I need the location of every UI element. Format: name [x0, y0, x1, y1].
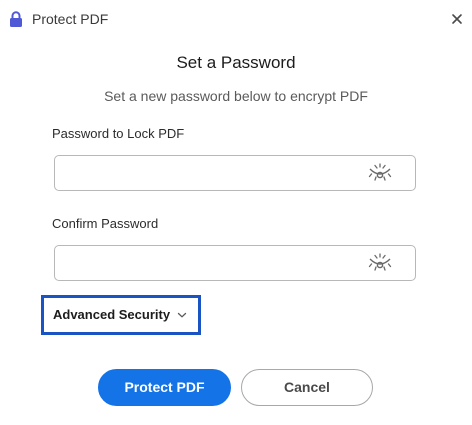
protect-pdf-dialog: Protect PDF Set a Password Set a new pas…	[0, 0, 472, 425]
protect-pdf-button[interactable]: Protect PDF	[98, 369, 231, 406]
chevron-down-icon	[177, 312, 187, 318]
password-field[interactable]	[54, 155, 416, 191]
password-label: Password to Lock PDF	[52, 126, 185, 141]
confirm-password-label: Confirm Password	[52, 216, 159, 231]
eye-hidden-icon[interactable]	[367, 253, 393, 273]
password-input[interactable]	[63, 161, 357, 187]
dialog-subheading: Set a new password below to encrypt PDF	[104, 88, 368, 104]
eye-hidden-icon[interactable]	[367, 163, 393, 183]
close-icon[interactable]	[447, 9, 467, 29]
advanced-security-label: Advanced Security	[53, 307, 171, 322]
dialog-heading: Set a Password	[176, 53, 296, 72]
window-title: Protect PDF	[32, 11, 109, 27]
lock-icon	[10, 11, 22, 27]
confirm-password-field[interactable]	[54, 245, 416, 281]
title-bar: Protect PDF	[0, 0, 472, 38]
confirm-password-input[interactable]	[63, 251, 357, 277]
cancel-button[interactable]: Cancel	[241, 369, 373, 406]
advanced-security-toggle[interactable]: Advanced Security	[41, 295, 201, 335]
